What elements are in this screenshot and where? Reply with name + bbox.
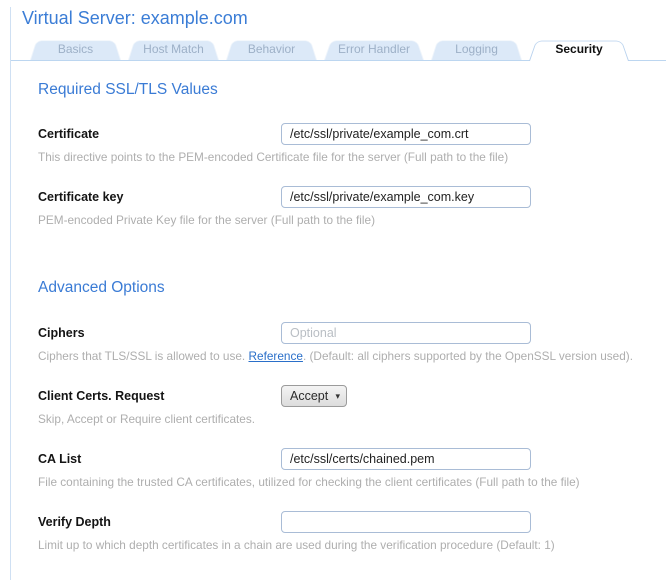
- panel-left-border: [10, 7, 11, 580]
- page-title: Virtual Server: example.com: [22, 7, 666, 29]
- section-heading-required-ssl: Required SSL/TLS Values: [38, 80, 646, 99]
- section-heading-advanced-options: Advanced Options: [38, 278, 646, 297]
- verify-depth-label: Verify Depth: [38, 515, 281, 529]
- verify-depth-input[interactable]: [281, 511, 531, 533]
- tab-label: Security: [541, 42, 616, 56]
- field-row-ciphers: Ciphers Ciphers that TLS/SSL is allowed …: [38, 322, 646, 364]
- tab-label: Behavior: [234, 42, 309, 56]
- ca-list-label: CA List: [38, 452, 281, 466]
- tab-bar: Basics Host Match Behavior Error Handler…: [11, 38, 666, 61]
- ciphers-help-before: Ciphers that TLS/SSL is allowed to use.: [38, 349, 249, 363]
- tab-error-handler[interactable]: Error Handler: [324, 37, 424, 60]
- client-certs-help: Skip, Accept or Require client certifica…: [38, 412, 646, 427]
- field-row-certificate: Certificate This directive points to the…: [38, 123, 646, 165]
- verify-depth-help: Limit up to which depth certificates in …: [38, 538, 646, 553]
- reference-link[interactable]: Reference: [249, 349, 303, 363]
- certificate-key-input[interactable]: [281, 186, 531, 208]
- tab-label: Error Handler: [324, 42, 424, 56]
- field-row-certificate-key: Certificate key PEM-encoded Private Key …: [38, 186, 646, 228]
- tab-label: Host Match: [129, 42, 218, 56]
- ciphers-label: Ciphers: [38, 326, 281, 340]
- tab-logging[interactable]: Logging: [431, 37, 522, 60]
- client-certs-select[interactable]: Accept ▾: [281, 385, 347, 407]
- chevron-down-icon: ▾: [335, 391, 340, 402]
- certificate-key-label: Certificate key: [38, 190, 281, 204]
- tab-label: Basics: [44, 42, 107, 56]
- ca-list-help: File containing the trusted CA certifica…: [38, 475, 646, 490]
- tab-host-match[interactable]: Host Match: [128, 37, 219, 60]
- field-row-ca-list: CA List File containing the trusted CA c…: [38, 448, 646, 490]
- tab-security[interactable]: Security: [529, 37, 629, 60]
- ca-list-input[interactable]: [281, 448, 531, 470]
- ciphers-input[interactable]: [281, 322, 531, 344]
- field-row-client-certs: Client Certs. Request Accept ▾ Skip, Acc…: [38, 385, 646, 427]
- ciphers-help-after: . (Default: all ciphers supported by the…: [303, 349, 633, 363]
- field-row-verify-depth: Verify Depth Limit up to which depth cer…: [38, 511, 646, 553]
- tab-label: Logging: [441, 42, 512, 56]
- security-tab-panel: Required SSL/TLS Values Certificate This…: [0, 80, 666, 553]
- client-certs-selected-value: Accept: [290, 389, 328, 403]
- certificate-help: This directive points to the PEM-encoded…: [38, 150, 646, 165]
- certificate-key-help: PEM-encoded Private Key file for the ser…: [38, 213, 646, 228]
- certificate-input[interactable]: [281, 123, 531, 145]
- tab-basics[interactable]: Basics: [30, 37, 121, 60]
- tab-behavior[interactable]: Behavior: [226, 37, 317, 60]
- ciphers-help: Ciphers that TLS/SSL is allowed to use. …: [38, 349, 646, 364]
- client-certs-label: Client Certs. Request: [38, 389, 281, 403]
- certificate-label: Certificate: [38, 127, 281, 141]
